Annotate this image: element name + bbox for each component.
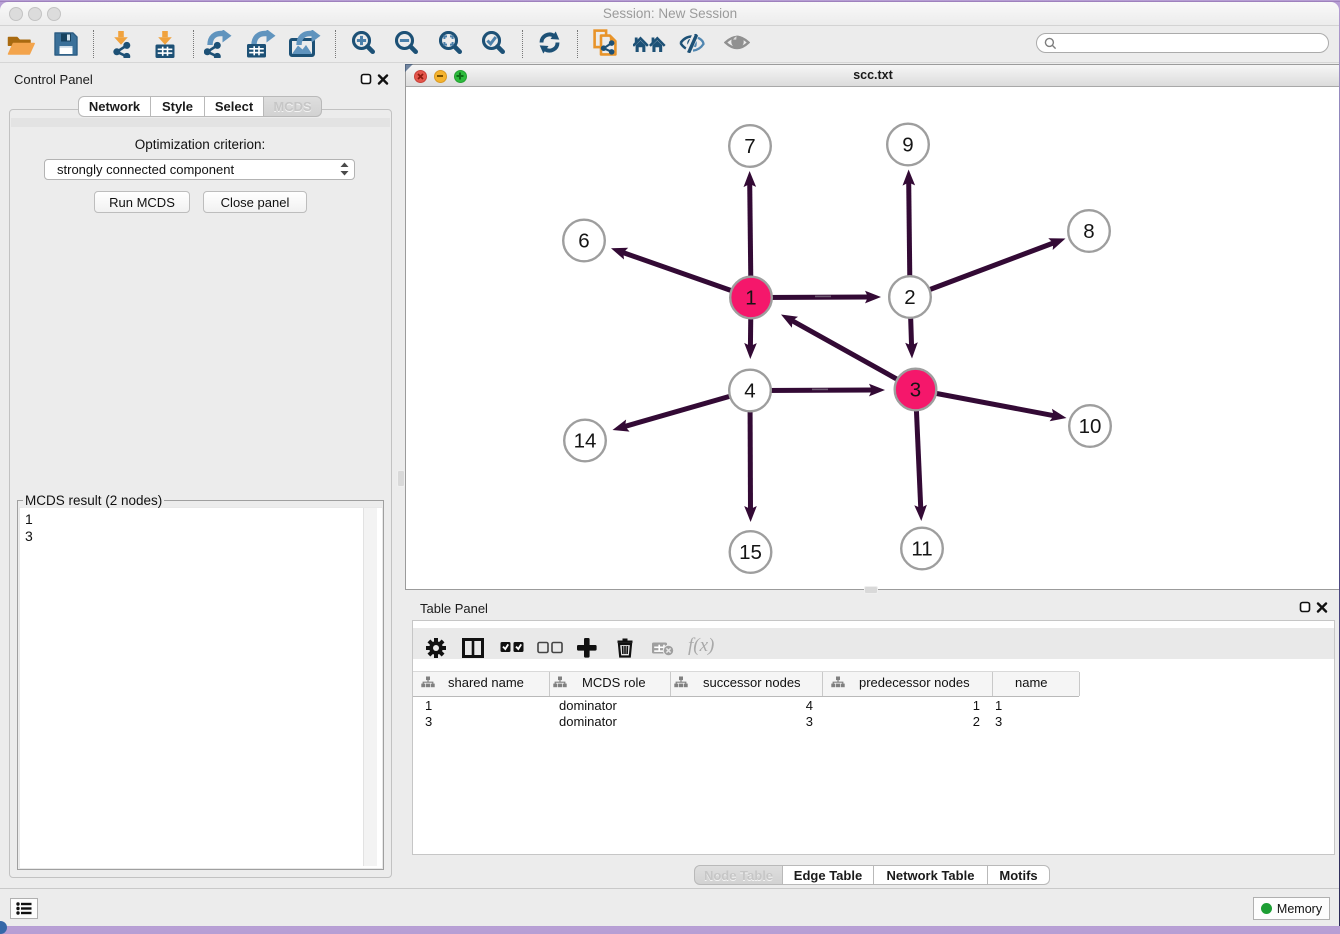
svg-text:4: 4 bbox=[744, 380, 755, 403]
svg-text:1: 1 bbox=[745, 287, 756, 310]
svg-text:9: 9 bbox=[902, 134, 913, 157]
svg-text:11: 11 bbox=[911, 538, 932, 561]
svg-text:6: 6 bbox=[578, 230, 589, 253]
svg-text:7: 7 bbox=[744, 135, 755, 158]
svg-text:3: 3 bbox=[910, 379, 921, 402]
svg-text:15: 15 bbox=[739, 541, 762, 564]
svg-text:8: 8 bbox=[1083, 220, 1094, 243]
svg-text:2: 2 bbox=[904, 286, 915, 309]
svg-text:10: 10 bbox=[1079, 415, 1102, 438]
svg-text:14: 14 bbox=[574, 430, 597, 453]
